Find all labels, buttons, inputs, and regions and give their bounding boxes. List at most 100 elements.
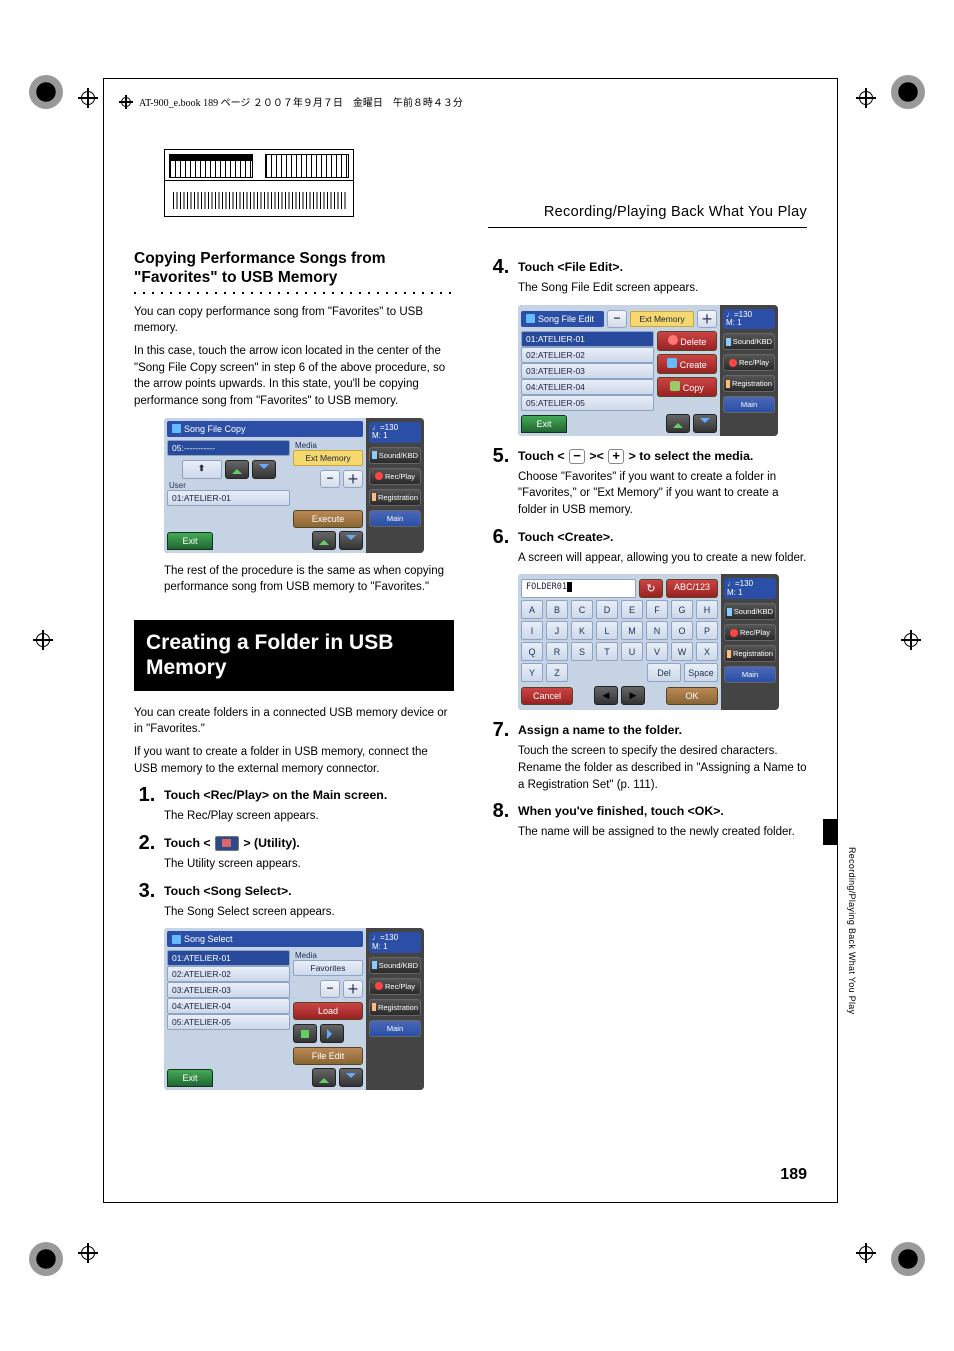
lcd-edit-delete-button: Delete xyxy=(657,331,717,351)
lcd-tempo-1: ♩=130M: 1 xyxy=(369,422,421,443)
step-3-text: Touch <Song Select>. xyxy=(164,881,454,900)
lcd-side-reg-button: Registration xyxy=(723,375,775,392)
book-header-text: AT-900_e.book 189 ページ ２００７年９月７日 金曜日 午前８時… xyxy=(139,94,463,109)
sound-icon xyxy=(372,451,377,459)
lcd-edit-item: 05:ATELIER-05 xyxy=(521,395,654,411)
lcd-select-media-value: Favorites xyxy=(293,960,363,976)
kb-key: L xyxy=(596,621,618,640)
step-8: 8. When you've finished, touch <OK>. xyxy=(488,801,808,821)
plus-key-icon: + xyxy=(608,449,624,464)
reg-icon xyxy=(727,650,731,658)
lcd-copy-title: Song File Copy xyxy=(184,424,246,434)
lcd-copy-nav-up-icon xyxy=(312,531,336,550)
step-6: 6. Touch <Create>. xyxy=(488,527,808,547)
side-tab xyxy=(823,819,837,845)
sound-icon xyxy=(727,608,732,616)
kb-row-3: Q R S T U V W X xyxy=(521,642,718,661)
lcd-copy-arrow-up-icon: ⬆ xyxy=(182,460,222,479)
lcd-tempo-2: ♩=130M: 1 xyxy=(369,932,421,953)
lcd-side-rec-button: Rec/Play xyxy=(724,624,776,641)
lcd-edit-media-value: Ext Memory xyxy=(630,311,694,327)
lcd-copy-media-value: Ext Memory xyxy=(293,450,363,466)
lcd-tempo-4: ♩=130M: 1 xyxy=(724,578,776,599)
lcd-copy-media-label: Media xyxy=(295,441,363,450)
lcd-edit-copy-button: Copy xyxy=(657,377,717,397)
step-7-text: Assign a name to the folder. xyxy=(518,720,808,739)
step-6-text: Touch <Create>. xyxy=(518,527,808,546)
lcd-name-ok-button: OK xyxy=(666,687,718,705)
step-2-sub: The Utility screen appears. xyxy=(164,856,454,873)
lcd-name-left-icon: ◄ xyxy=(594,686,618,705)
sound-icon xyxy=(372,961,377,969)
kb-key: Q xyxy=(521,642,543,661)
kb-row-4: Y Z Del Space xyxy=(521,663,718,682)
kb-key: T xyxy=(596,642,618,661)
lcd-select-file-edit-button: File Edit xyxy=(293,1047,363,1065)
step-1-sub: The Rec/Play screen appears. xyxy=(164,808,454,825)
kb-key: K xyxy=(571,621,593,640)
lcd-title-icon xyxy=(526,314,535,323)
reg-icon xyxy=(372,493,376,501)
step-8-text: When you've finished, touch <OK>. xyxy=(518,801,808,820)
step-1-text: Touch <Rec/Play> on the Main screen. xyxy=(164,785,454,804)
page-number: 189 xyxy=(780,1166,807,1184)
step-4: 4. Touch <File Edit>. xyxy=(488,257,808,277)
lcd-copy-user-label: User xyxy=(169,481,290,490)
lcd-select-plus-icon: ＋ xyxy=(343,980,363,998)
lcd-select-exit-button: Exit xyxy=(167,1069,213,1087)
lcd-song-file-edit: Song File Edit − Ext Memory ＋ 01:ATELIER… xyxy=(518,305,778,436)
rec-icon xyxy=(375,472,383,480)
step-7-sub: Touch the screen to specify the desired … xyxy=(518,743,808,793)
rec-icon xyxy=(375,982,383,990)
lcd-title-icon xyxy=(172,935,181,944)
delete-icon xyxy=(668,335,678,345)
para-copy-1: You can copy performance song from "Favo… xyxy=(134,304,454,337)
lcd-name-field: FOLDER01_ xyxy=(521,579,636,598)
lcd-edit-item: 04:ATELIER-04 xyxy=(521,379,654,395)
kb-key: U xyxy=(621,642,643,661)
kb-key: M xyxy=(621,621,643,640)
lcd-select-item: 04:ATELIER-04 xyxy=(167,998,290,1014)
step-4-text: Touch <File Edit>. xyxy=(518,257,808,276)
lcd-name-entry: FOLDER01_ ↻ ABC/123 A B C D E F G H I J xyxy=(518,574,778,710)
kb-key: I xyxy=(521,621,543,640)
kb-key: P xyxy=(696,621,718,640)
lcd-side-sound-button: Sound/KBD xyxy=(369,447,421,464)
lcd-edit-title: Song File Edit xyxy=(538,314,594,324)
lcd-edit-exit-button: Exit xyxy=(521,415,567,433)
kb-key: S xyxy=(571,642,593,661)
lcd-edit-item: 03:ATELIER-03 xyxy=(521,363,654,379)
step-2: 2. Touch < > (Utility). xyxy=(134,833,454,853)
step-5: 5. Touch < − >< + > to select the media. xyxy=(488,446,808,466)
create-icon xyxy=(667,358,677,368)
lcd-side-rec-button: Rec/Play xyxy=(369,468,421,485)
lcd-select-item: 03:ATELIER-03 xyxy=(167,982,290,998)
keyboard-illustration xyxy=(164,149,354,217)
lcd-name-cancel-button: Cancel xyxy=(521,687,573,705)
para-create-1: You can create folders in a connected US… xyxy=(134,705,454,738)
lcd-select-title: Song Select xyxy=(184,934,233,944)
lcd-copy-src: 05:----------- xyxy=(167,440,290,456)
lcd-select-item: 01:ATELIER-01 xyxy=(167,950,290,966)
kb-key: J xyxy=(546,621,568,640)
kb-key: Y xyxy=(521,663,543,682)
para-copy-3: The rest of the procedure is the same as… xyxy=(164,563,454,596)
lcd-tempo-3: ♩=130M: 1 xyxy=(723,309,775,330)
lcd-nav-up-icon xyxy=(225,460,249,479)
step-2-text: Touch < > (Utility). xyxy=(164,833,454,852)
step-3: 3. Touch <Song Select>. xyxy=(134,881,454,901)
lcd-copy-plus-icon: ＋ xyxy=(343,470,363,488)
lcd-title-icon xyxy=(172,424,181,433)
lcd-select-nav-down-icon xyxy=(339,1068,363,1087)
lcd-edit-item: 02:ATELIER-02 xyxy=(521,347,654,363)
dot-rule xyxy=(134,292,454,294)
step-1: 1. Touch <Rec/Play> on the Main screen. xyxy=(134,785,454,805)
kb-row-2: I J K L M N O P xyxy=(521,621,718,640)
sound-icon xyxy=(726,338,731,346)
step-4-sub: The Song File Edit screen appears. xyxy=(518,280,808,297)
lcd-copy-execute-button: Execute xyxy=(293,510,363,528)
section-header-rule xyxy=(488,227,807,228)
kb-key: D xyxy=(596,600,618,619)
lcd-side-main-button: Main xyxy=(369,1020,421,1037)
lcd-side-rec-button: Rec/Play xyxy=(723,354,775,371)
